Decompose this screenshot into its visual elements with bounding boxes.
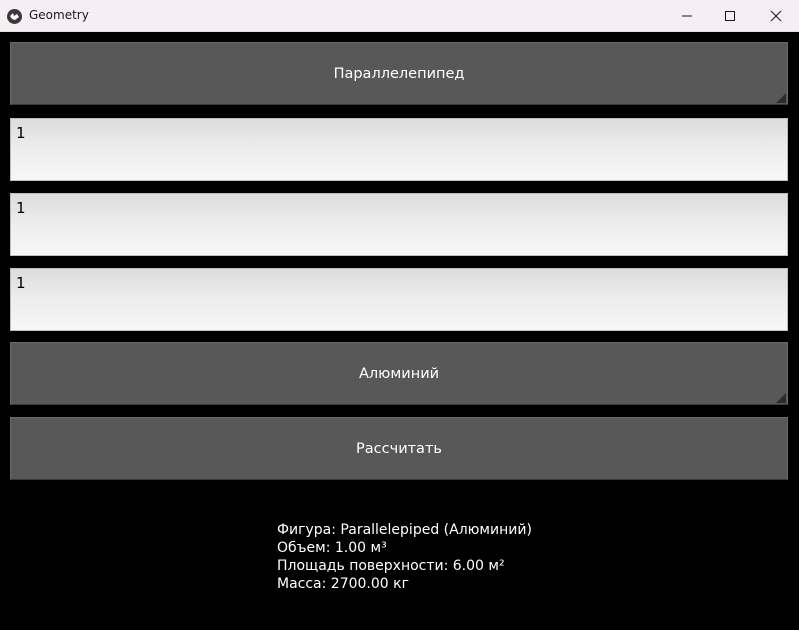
- shape-spinner-label: Параллелепипед: [333, 65, 465, 82]
- minimize-button[interactable]: [664, 0, 710, 32]
- dimension-input-2[interactable]: 1: [10, 193, 788, 256]
- calculate-button-label: Рассчитать: [356, 440, 442, 457]
- calculate-button[interactable]: Рассчитать: [10, 417, 788, 480]
- result-surface-area: Площадь поверхности: 6.00 м²: [277, 558, 505, 574]
- kivy-app-icon: [7, 9, 22, 24]
- app-window: Geometry Параллелепипед 1 1 1 Алюминий Р…: [0, 0, 799, 630]
- window-title: Geometry: [29, 8, 89, 22]
- dimension-input-3[interactable]: 1: [10, 268, 788, 331]
- material-spinner-label: Алюминий: [358, 365, 440, 382]
- dimension-input-1[interactable]: 1: [10, 118, 788, 181]
- material-spinner[interactable]: Алюминий: [10, 342, 788, 405]
- result-figure: Фигура: Parallelepiped (Алюминий): [277, 522, 532, 538]
- result-volume: Объем: 1.00 м³: [277, 540, 387, 556]
- result-panel: Фигура: Parallelepiped (Алюминий) Объем:…: [277, 521, 532, 593]
- shape-spinner[interactable]: Параллелепипед: [10, 42, 788, 105]
- maximize-icon: [725, 11, 735, 21]
- close-button[interactable]: [753, 0, 799, 32]
- maximize-button[interactable]: [707, 0, 753, 32]
- close-icon: [770, 10, 782, 22]
- result-mass: Масса: 2700.00 кг: [277, 576, 409, 592]
- minimize-icon: [682, 15, 692, 17]
- title-bar[interactable]: Geometry: [0, 0, 799, 32]
- spinner-indicator-icon: [776, 393, 786, 403]
- spinner-indicator-icon: [776, 93, 786, 103]
